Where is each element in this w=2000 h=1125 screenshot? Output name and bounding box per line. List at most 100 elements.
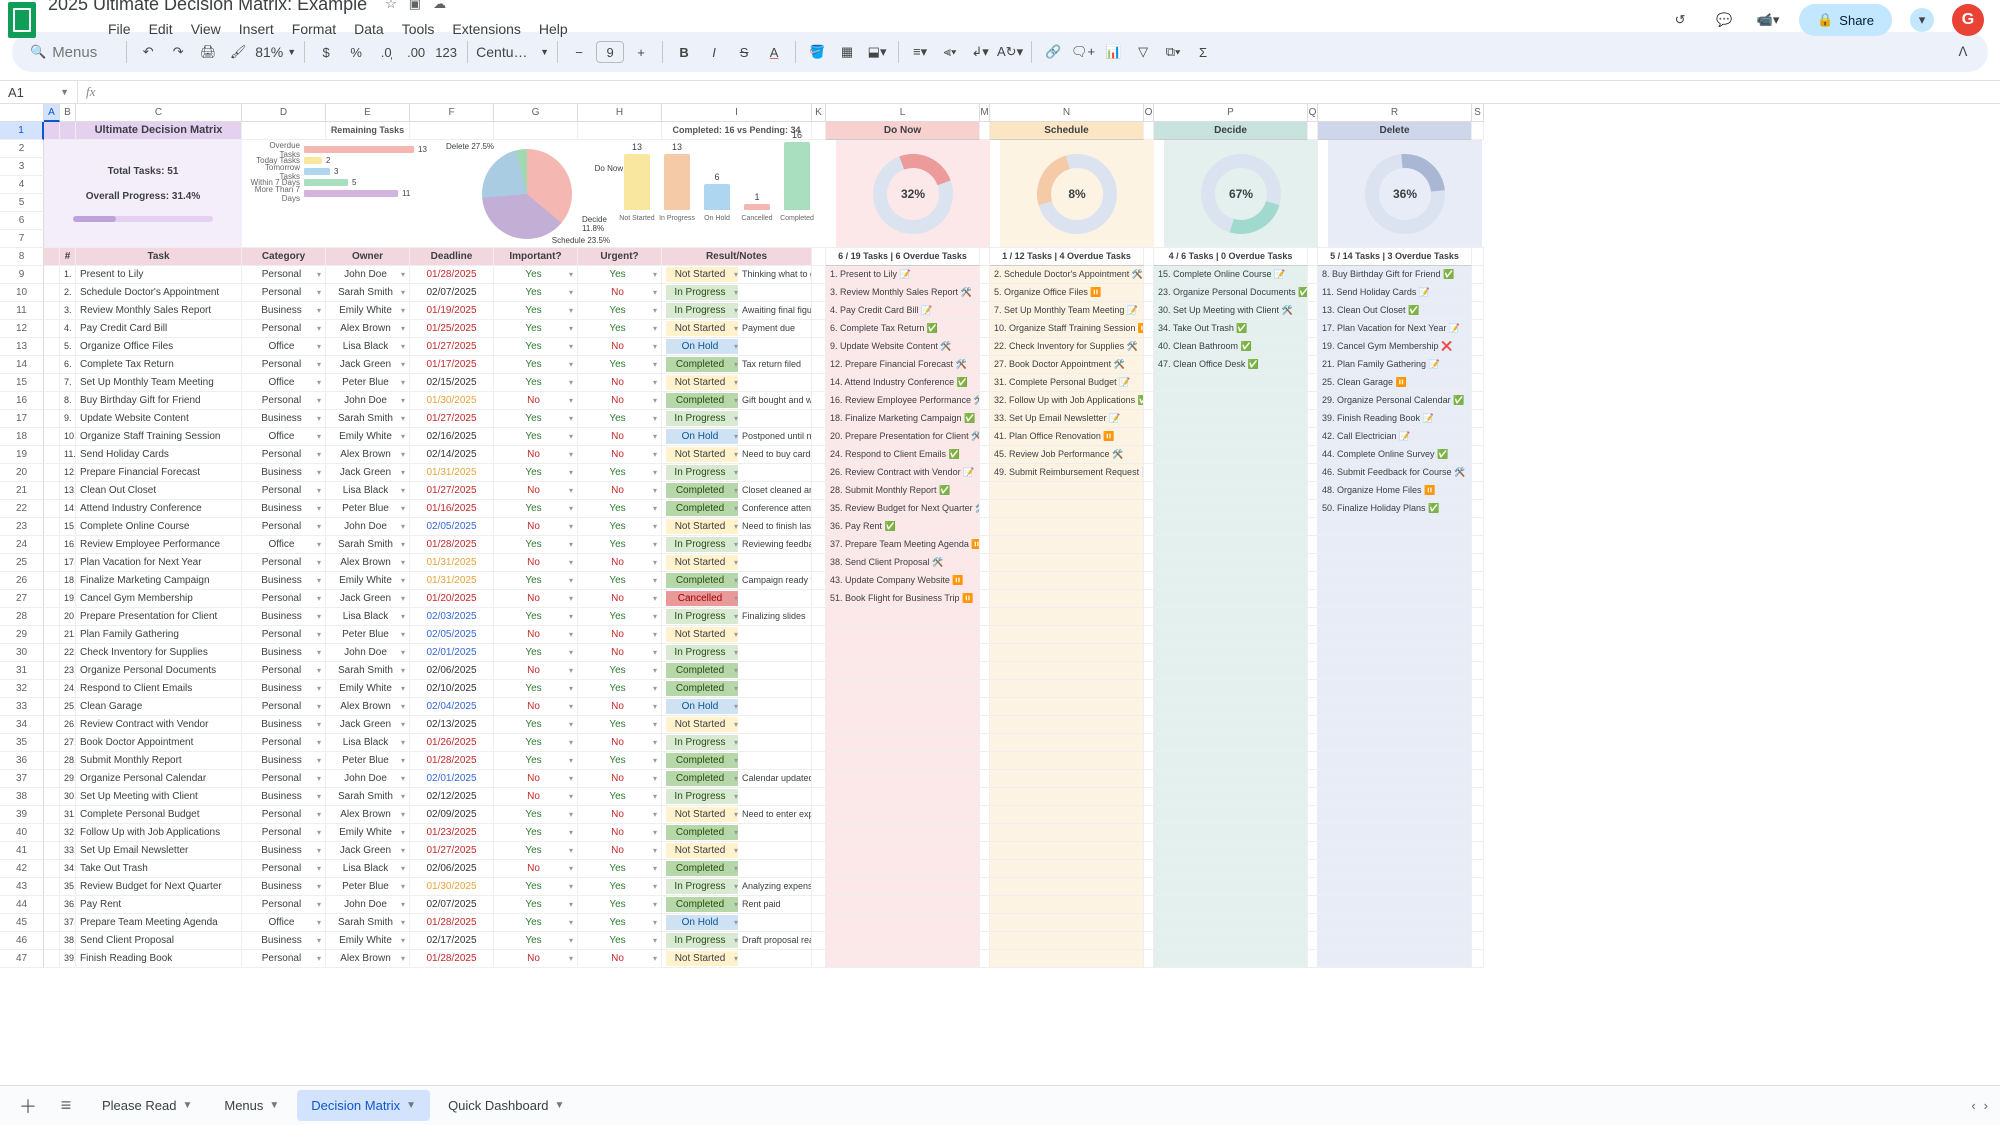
currency-button[interactable]: $ (313, 39, 339, 65)
col-header-D[interactable]: D (242, 104, 326, 122)
quadrant-item[interactable] (1154, 896, 1308, 914)
more-formats-button[interactable]: 123 (433, 39, 459, 65)
quadrant-item[interactable] (990, 482, 1144, 500)
row-header-10[interactable]: 10 (0, 284, 44, 302)
task-cell[interactable]: Check Inventory for Supplies (76, 644, 242, 662)
row-header-28[interactable]: 28 (0, 608, 44, 626)
quadrant-item[interactable]: 20. Prepare Presentation for Client 🛠️ (826, 428, 980, 446)
task-cell[interactable]: Organize Personal Documents (76, 662, 242, 680)
quadrant-item[interactable] (826, 788, 980, 806)
row-header-46[interactable]: 46 (0, 932, 44, 950)
row-header-2[interactable]: 2 (0, 140, 44, 158)
quadrant-item[interactable] (1154, 428, 1308, 446)
col-hdr[interactable]: Urgent? (578, 248, 662, 266)
quadrant-item[interactable]: 16. Review Employee Performance 🛠️ (826, 392, 980, 410)
row-header-16[interactable]: 16 (0, 392, 44, 410)
quadrant-item[interactable] (990, 896, 1144, 914)
quadrant-item[interactable]: 18. Finalize Marketing Campaign ✅ (826, 410, 980, 428)
quadrant-item[interactable]: 36. Pay Rent ✅ (826, 518, 980, 536)
quadrant-item[interactable]: 8. Buy Birthday Gift for Friend ✅ (1318, 266, 1472, 284)
task-cell[interactable]: Buy Birthday Gift for Friend (76, 392, 242, 410)
row-header-34[interactable]: 34 (0, 716, 44, 734)
quadrant-item[interactable] (990, 644, 1144, 662)
task-cell[interactable]: Set Up Email Newsletter (76, 842, 242, 860)
quadrant-item[interactable] (1318, 824, 1472, 842)
paint-format-button[interactable]: 🖌 (225, 39, 251, 65)
task-cell[interactable]: Pay Credit Card Bill (76, 320, 242, 338)
quadrant-item[interactable] (1318, 788, 1472, 806)
quadrant-item[interactable] (1154, 806, 1308, 824)
quadrant-item[interactable]: 3. Review Monthly Sales Report 🛠️ (826, 284, 980, 302)
borders-button[interactable]: ▦ (834, 39, 860, 65)
row-header-29[interactable]: 29 (0, 626, 44, 644)
col-header-G[interactable]: G (494, 104, 578, 122)
row-header-39[interactable]: 39 (0, 806, 44, 824)
tab-scroll-left[interactable]: ‹ (1971, 1098, 1975, 1113)
row-header-22[interactable]: 22 (0, 500, 44, 518)
quadrant-item[interactable] (1154, 644, 1308, 662)
quadrant-item[interactable]: 19. Cancel Gym Membership ❌ (1318, 338, 1472, 356)
font-size-decrease[interactable]: − (566, 39, 592, 65)
row-header-19[interactable]: 19 (0, 446, 44, 464)
quadrant-sub-donow[interactable]: 6 / 19 Tasks | 6 Overdue Tasks (826, 248, 980, 266)
quadrant-item[interactable] (990, 878, 1144, 896)
task-cell[interactable]: Update Website Content (76, 410, 242, 428)
quadrant-item[interactable] (826, 734, 980, 752)
quadrant-item[interactable] (990, 716, 1144, 734)
quadrant-item[interactable]: 46. Submit Feedback for Course 🛠️ (1318, 464, 1472, 482)
quadrant-item[interactable] (1154, 608, 1308, 626)
col-header-R[interactable]: R (1318, 104, 1472, 122)
task-cell[interactable]: Clean Out Closet (76, 482, 242, 500)
quadrant-item[interactable] (1318, 950, 1472, 968)
quadrant-item[interactable] (1318, 698, 1472, 716)
quadrant-item[interactable] (1318, 554, 1472, 572)
quadrant-item[interactable] (826, 896, 980, 914)
col-hdr[interactable] (44, 248, 60, 266)
quadrant-item[interactable] (1154, 752, 1308, 770)
task-cell[interactable]: Review Budget for Next Quarter (76, 878, 242, 896)
row-header-40[interactable]: 40 (0, 824, 44, 842)
row-header-7[interactable]: 7 (0, 230, 44, 248)
menu-help[interactable]: Help (531, 17, 576, 41)
quadrant-item[interactable] (990, 950, 1144, 968)
task-cell[interactable]: Organize Office Files (76, 338, 242, 356)
row-header-11[interactable]: 11 (0, 302, 44, 320)
quadrant-item[interactable] (990, 554, 1144, 572)
task-cell[interactable]: Schedule Doctor's Appointment (76, 284, 242, 302)
quadrant-item[interactable]: 13. Clean Out Closet ✅ (1318, 302, 1472, 320)
share-button[interactable]: 🔒 Share (1799, 4, 1892, 36)
quadrant-item[interactable]: 27. Book Doctor Appointment 🛠️ (990, 356, 1144, 374)
row-header-45[interactable]: 45 (0, 914, 44, 932)
quadrant-item[interactable]: 51. Book Flight for Business Trip ⏸️ (826, 590, 980, 608)
quadrant-item[interactable] (1318, 572, 1472, 590)
quadrant-header-decide[interactable]: Decide (1154, 122, 1308, 140)
row-header-15[interactable]: 15 (0, 374, 44, 392)
font-size-input[interactable]: 9 (596, 41, 624, 63)
task-cell[interactable]: Review Contract with Vendor (76, 716, 242, 734)
quadrant-item[interactable] (1154, 464, 1308, 482)
quadrant-item[interactable] (990, 680, 1144, 698)
col-header-I[interactable]: I (662, 104, 812, 122)
quadrant-item[interactable]: 22. Check Inventory for Supplies 🛠️ (990, 338, 1144, 356)
col-header-C[interactable]: C (76, 104, 242, 122)
task-cell[interactable]: Clean Garage (76, 698, 242, 716)
share-dropdown[interactable]: ▾ (1910, 8, 1934, 32)
task-cell[interactable]: Organize Personal Calendar (76, 770, 242, 788)
quadrant-item[interactable]: 12. Prepare Financial Forecast 🛠️ (826, 356, 980, 374)
quadrant-item[interactable]: 33. Set Up Email Newsletter 📝 (990, 410, 1144, 428)
quadrant-item[interactable] (1154, 842, 1308, 860)
quadrant-item[interactable] (990, 770, 1144, 788)
percent-button[interactable]: % (343, 39, 369, 65)
quadrant-item[interactable] (990, 788, 1144, 806)
menus-search[interactable] (52, 44, 112, 61)
quadrant-item[interactable]: 10. Organize Staff Training Session ⏸️ (990, 320, 1144, 338)
add-sheet-button[interactable]: ＋ (12, 1093, 44, 1119)
row-header-38[interactable]: 38 (0, 788, 44, 806)
row-header-41[interactable]: 41 (0, 842, 44, 860)
menu-data[interactable]: Data (346, 17, 392, 41)
row-header-9[interactable]: 9 (0, 266, 44, 284)
row-header-43[interactable]: 43 (0, 878, 44, 896)
quadrant-item[interactable] (1154, 374, 1308, 392)
task-cell[interactable]: Respond to Client Emails (76, 680, 242, 698)
quadrant-item[interactable] (826, 662, 980, 680)
